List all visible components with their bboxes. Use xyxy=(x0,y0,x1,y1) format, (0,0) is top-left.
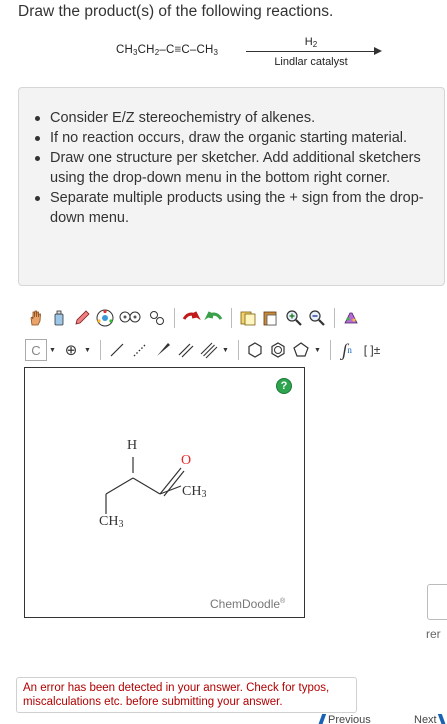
dashed-bond-icon[interactable] xyxy=(129,339,151,361)
reactant-formula: CH3CH2–C≡C–CH3 xyxy=(116,44,219,57)
toolbar-separator xyxy=(100,340,101,360)
arrow-head xyxy=(374,47,382,55)
repeat-unit-button[interactable]: ʃn xyxy=(336,339,358,361)
ring-template-icon[interactable] xyxy=(94,307,116,329)
side-label: rer xyxy=(426,627,441,641)
toolbar-separator xyxy=(231,308,232,328)
sketcher-toolbar-bottom: C ▼ ⊕ ▼ ▼ ▼ ʃn [ ]± xyxy=(25,338,386,362)
zoom-in-icon[interactable] xyxy=(283,307,305,329)
carbon-dropdown-icon[interactable]: ▼ xyxy=(48,339,57,361)
undo-icon[interactable] xyxy=(180,307,202,329)
next-indicator-icon xyxy=(437,714,447,724)
toolbar-separator xyxy=(238,340,239,360)
instructions-panel: Consider E/Z stereochemistry of alkenes.… xyxy=(18,87,445,286)
reagent-catalyst: Lindlar catalyst xyxy=(274,56,348,68)
molecule-drawing xyxy=(105,457,185,514)
bond-c-to-carbonyl xyxy=(132,477,161,495)
instruction-item: Consider E/Z stereochemistry of alkenes. xyxy=(35,108,436,128)
ring-dropdown-icon[interactable]: ▼ xyxy=(313,339,322,361)
previous-button[interactable]: Previous xyxy=(320,714,371,724)
reagent-h2: H2 xyxy=(304,36,318,49)
atom-label-o: O xyxy=(181,453,192,468)
pencil-icon[interactable] xyxy=(71,307,93,329)
eraser-icon[interactable] xyxy=(48,307,70,329)
hand-icon[interactable] xyxy=(25,307,47,329)
reaction-scheme: CH3CH2–C≡C–CH3 H2 Lindlar catalyst xyxy=(0,34,447,74)
clean-icon[interactable] xyxy=(340,307,362,329)
reaction-arrow: H2 Lindlar catalyst xyxy=(246,34,382,74)
instruction-item: Draw one structure per sketcher. Add add… xyxy=(35,148,436,188)
redo-icon[interactable] xyxy=(203,307,225,329)
instruction-item: Separate multiple products using the + s… xyxy=(35,188,436,228)
copy-icon[interactable] xyxy=(237,307,259,329)
chemdoodle-logo: ChemDoodle® xyxy=(210,597,286,611)
sketcher-toolbar-top xyxy=(25,306,363,330)
wedge-bond-icon[interactable] xyxy=(152,339,174,361)
double-bond-icon[interactable] xyxy=(175,339,197,361)
group-label-ch3-bottom: CH3 xyxy=(99,514,124,530)
sketcher-canvas[interactable]: H O CH3 CH3 xyxy=(24,367,305,618)
bond-dropdown-icon[interactable]: ▼ xyxy=(221,339,230,361)
toolbar-separator xyxy=(330,340,331,360)
group-label-ch3-right: CH3 xyxy=(182,484,207,500)
stereo-icon[interactable] xyxy=(117,307,145,329)
arrow-line xyxy=(246,51,376,52)
template-chain-icon[interactable] xyxy=(146,307,168,329)
single-bond-icon[interactable] xyxy=(106,339,128,361)
question-prompt: Draw the product(s) of the following rea… xyxy=(18,3,334,20)
error-message: An error has been detected in your answe… xyxy=(16,677,357,713)
hexagon-ring-icon[interactable] xyxy=(244,339,266,361)
instructions-list: Consider E/Z stereochemistry of alkenes.… xyxy=(19,88,444,228)
triple-bond-icon[interactable] xyxy=(198,339,220,361)
help-button[interactable]: ? xyxy=(276,378,292,394)
toolbar-separator xyxy=(174,308,175,328)
zoom-out-icon[interactable] xyxy=(306,307,328,329)
bond-c-to-ch2 xyxy=(105,477,134,495)
carbon-atom-button[interactable]: C xyxy=(25,339,47,361)
pentagon-ring-icon[interactable] xyxy=(290,339,312,361)
bracket-button[interactable]: [ ]± xyxy=(359,339,385,361)
charge-button[interactable]: ⊕ xyxy=(60,339,82,361)
bond-carbonyl-to-o-2 xyxy=(163,470,185,497)
instruction-item: If no reaction occurs, draw the organic … xyxy=(35,128,436,148)
toolbar-separator xyxy=(334,308,335,328)
next-button[interactable]: Next xyxy=(414,714,437,724)
benzene-ring-icon[interactable] xyxy=(267,339,289,361)
charge-dropdown-icon[interactable]: ▼ xyxy=(83,339,92,361)
answer-input-box[interactable] xyxy=(427,584,447,620)
paste-icon[interactable] xyxy=(260,307,282,329)
atom-label-h: H xyxy=(127,438,138,453)
